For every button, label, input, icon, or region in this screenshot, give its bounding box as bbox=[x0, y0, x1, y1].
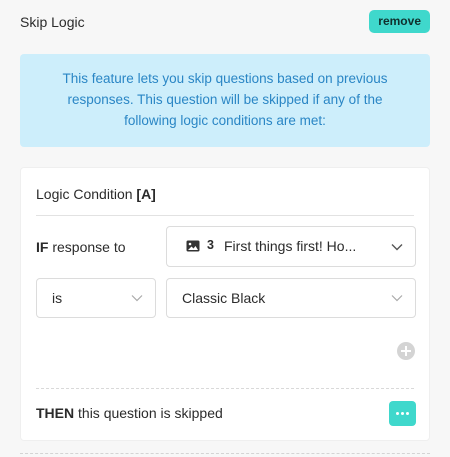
operator-value: is bbox=[52, 290, 63, 306]
operator-select[interactable]: is bbox=[36, 278, 156, 318]
then-label: THEN this question is skipped bbox=[36, 405, 223, 421]
question-number: 3 bbox=[207, 238, 214, 252]
if-keyword: IF bbox=[36, 239, 49, 255]
info-banner: This feature lets you skip questions bas… bbox=[20, 54, 430, 147]
condition-tag: [A] bbox=[136, 186, 156, 202]
if-label: IF response to bbox=[36, 239, 126, 255]
image-icon bbox=[186, 240, 200, 252]
if-text: response to bbox=[48, 239, 126, 255]
divider bbox=[36, 388, 414, 389]
chevron-down-icon bbox=[391, 243, 403, 250]
logic-condition-card: Logic Condition [A] IF response to 3 Fir… bbox=[20, 167, 430, 441]
value-select[interactable]: Classic Black bbox=[166, 278, 416, 318]
remove-button[interactable]: remove bbox=[369, 10, 430, 33]
chevron-down-icon bbox=[391, 295, 403, 302]
skip-logic-header: Skip Logic remove bbox=[20, 10, 430, 34]
then-keyword: THEN bbox=[36, 405, 75, 421]
condition-title-label: Logic Condition bbox=[36, 186, 137, 202]
then-text: this question is skipped bbox=[74, 405, 223, 421]
question-text: First things first! Ho... bbox=[224, 238, 357, 254]
add-condition-icon[interactable] bbox=[397, 342, 415, 360]
question-select[interactable]: 3 First things first! Ho... bbox=[166, 226, 416, 267]
divider bbox=[36, 215, 414, 216]
condition-title: Logic Condition [A] bbox=[36, 186, 156, 202]
more-options-button[interactable] bbox=[389, 401, 416, 426]
info-text: This feature lets you skip questions bas… bbox=[62, 71, 388, 128]
selected-value: Classic Black bbox=[182, 290, 266, 306]
page-title: Skip Logic bbox=[20, 14, 85, 30]
divider bbox=[20, 453, 430, 454]
chevron-down-icon bbox=[131, 295, 143, 302]
